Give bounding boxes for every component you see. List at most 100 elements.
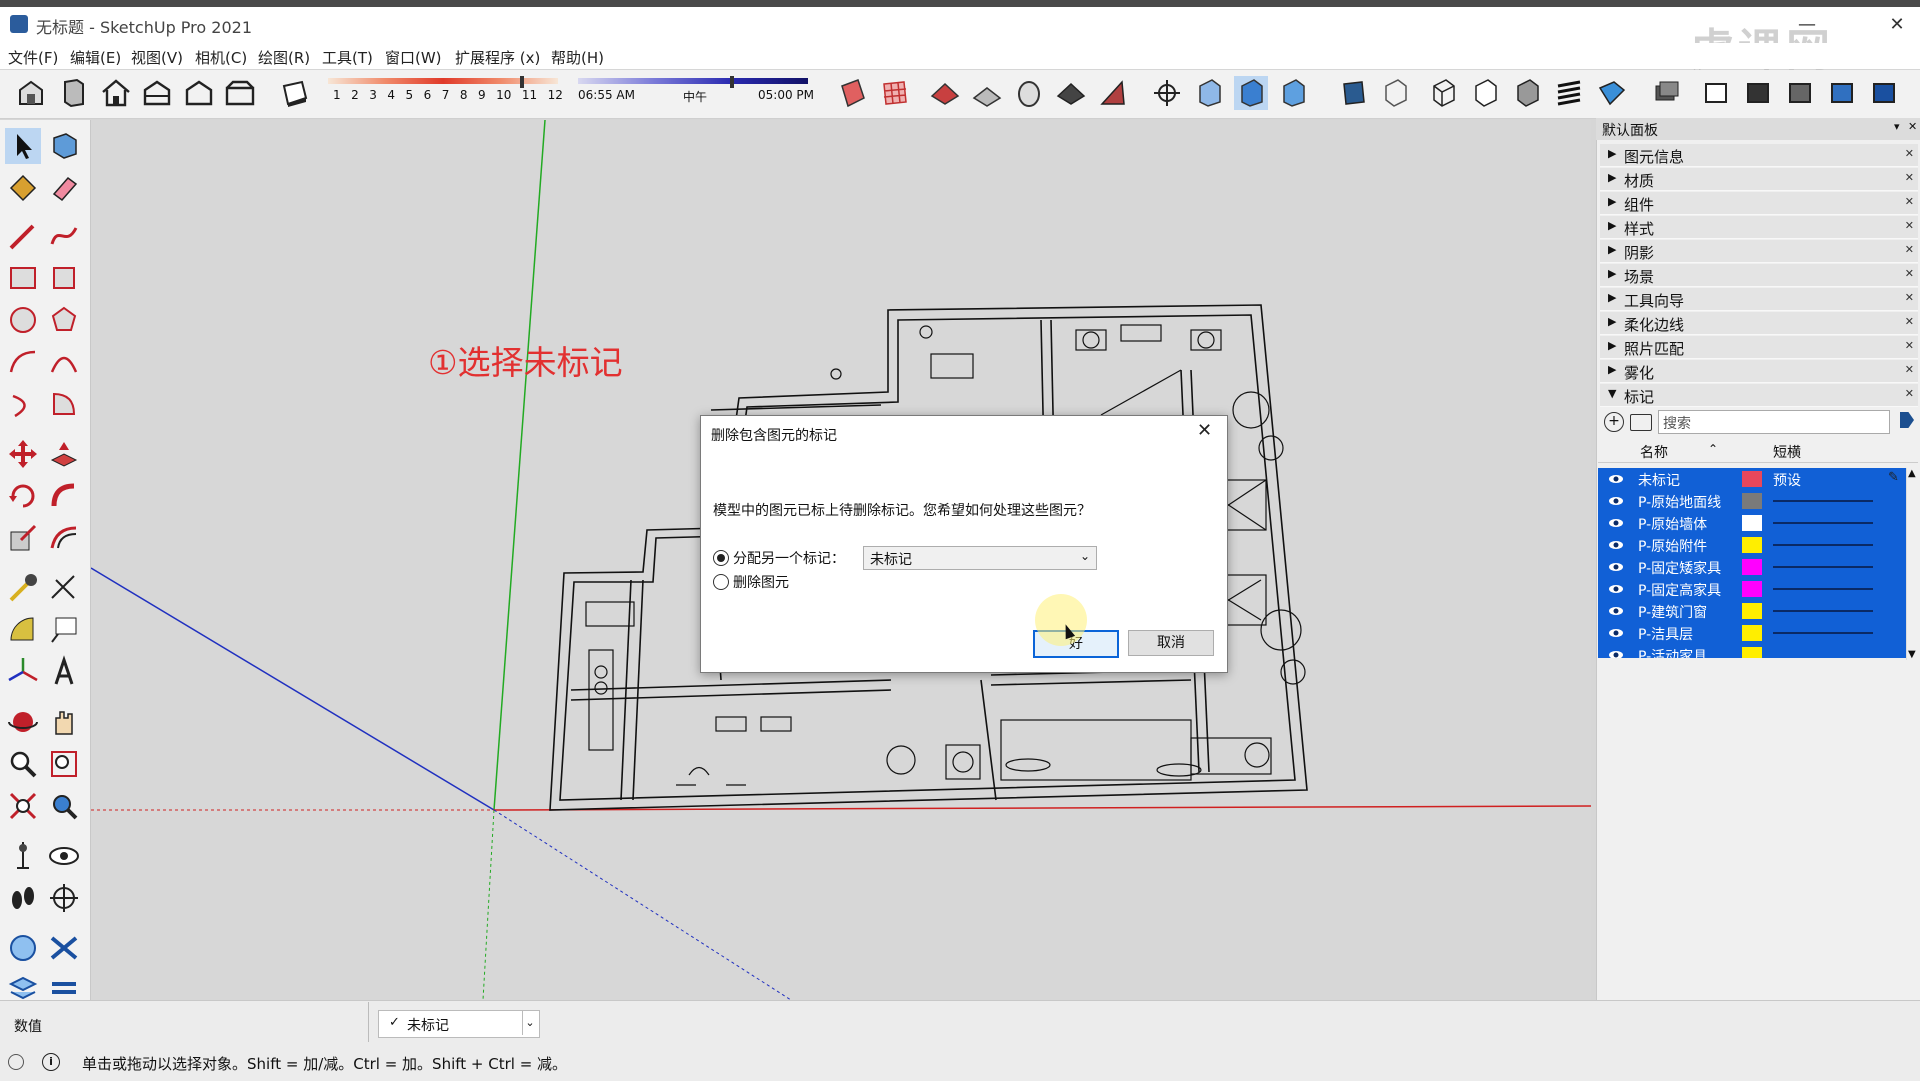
tag-color-swatch[interactable] bbox=[1742, 581, 1762, 597]
dropdown-arrow-icon[interactable]: ⌄ bbox=[522, 1011, 537, 1035]
orbit-icon[interactable] bbox=[5, 704, 41, 740]
tag-row[interactable]: P-原始地面线 bbox=[1598, 490, 1906, 512]
tray-tags[interactable]: ▼ 标记 ✕ bbox=[1600, 384, 1918, 407]
outer-shell-icon[interactable] bbox=[1868, 76, 1902, 110]
tag-row[interactable]: P-固定高家具 bbox=[1598, 578, 1906, 600]
menu-view[interactable]: 视图(V) bbox=[131, 47, 183, 68]
menu-extensions[interactable]: 扩展程序 (x) bbox=[455, 47, 540, 68]
add-detail-icon[interactable] bbox=[1054, 76, 1088, 110]
tag-row[interactable]: P-原始墙体 bbox=[1598, 512, 1906, 534]
tray-instructor[interactable]: ▶ 工具向导 ✕ bbox=[1600, 288, 1918, 311]
make-group-icon[interactable] bbox=[1700, 76, 1734, 110]
pencil-line-icon[interactable] bbox=[5, 218, 41, 254]
time-slider-thumb[interactable] bbox=[730, 76, 734, 88]
home-icon[interactable] bbox=[99, 76, 133, 110]
visibility-eye-icon[interactable] bbox=[1608, 537, 1624, 553]
tag-color-swatch[interactable] bbox=[1742, 471, 1762, 487]
circle-icon[interactable] bbox=[5, 302, 41, 338]
sort-up-icon[interactable]: ⌃ bbox=[1708, 442, 1718, 456]
axes-icon[interactable] bbox=[1150, 76, 1184, 110]
tag-color-swatch[interactable] bbox=[1742, 515, 1762, 531]
visibility-eye-icon[interactable] bbox=[1608, 625, 1624, 641]
visibility-eye-icon[interactable] bbox=[1608, 603, 1624, 619]
monochrome-icon[interactable] bbox=[1336, 76, 1370, 110]
component-icon[interactable] bbox=[1742, 76, 1776, 110]
tag-row[interactable]: P-固定矮家具 bbox=[1598, 556, 1906, 578]
active-tag-dropdown[interactable]: ✓ 未标记 ⌄ bbox=[378, 1010, 540, 1038]
warehouse-icon[interactable] bbox=[14, 76, 48, 110]
stack-alt-icon[interactable] bbox=[46, 972, 82, 998]
tray-close-icon[interactable]: ✕ bbox=[1908, 120, 1917, 133]
tray-close-icon[interactable]: ✕ bbox=[1905, 387, 1914, 400]
menu-file[interactable]: 文件(F) bbox=[8, 47, 58, 68]
solid-tools-icon[interactable] bbox=[1826, 76, 1860, 110]
tray-close-icon[interactable]: ✕ bbox=[1905, 219, 1914, 232]
position-camera-icon[interactable] bbox=[5, 838, 41, 874]
shaded-textures-icon[interactable] bbox=[1510, 76, 1544, 110]
freehand-icon[interactable] bbox=[46, 218, 82, 254]
tags-scrollbar[interactable]: ▲ ▼ bbox=[1906, 468, 1919, 660]
visibility-eye-icon[interactable] bbox=[1608, 647, 1624, 658]
tray-entity-info[interactable]: ▶ 图元信息 ✕ bbox=[1600, 144, 1918, 167]
follow-me-icon[interactable] bbox=[46, 478, 82, 514]
minimize-button[interactable]: — bbox=[1784, 10, 1830, 40]
offset-icon[interactable] bbox=[46, 520, 82, 556]
drape-icon[interactable] bbox=[1012, 76, 1046, 110]
tag-color-swatch[interactable] bbox=[1742, 537, 1762, 553]
paint-bucket-icon[interactable] bbox=[5, 170, 41, 206]
text-icon[interactable] bbox=[46, 612, 82, 648]
layer-tool-icon[interactable] bbox=[46, 930, 82, 966]
make-component-icon[interactable] bbox=[46, 128, 82, 164]
tray-close-icon[interactable]: ✕ bbox=[1905, 147, 1914, 160]
scroll-down-icon[interactable]: ▼ bbox=[1908, 649, 1916, 660]
tag-row[interactable]: P-原始附件 bbox=[1598, 534, 1906, 556]
menu-draw[interactable]: 绘图(R) bbox=[258, 47, 310, 68]
wireframe-icon[interactable] bbox=[1378, 76, 1412, 110]
front-view-icon[interactable] bbox=[140, 76, 174, 110]
tag-row[interactable]: P-建筑门窗 bbox=[1598, 600, 1906, 622]
xray-style-icon[interactable] bbox=[1192, 76, 1226, 110]
time-gradient[interactable] bbox=[578, 78, 808, 84]
tray-match-photo[interactable]: ▶ 照片匹配 ✕ bbox=[1600, 336, 1918, 359]
shaded-icon[interactable] bbox=[1468, 76, 1502, 110]
zoom-extents-icon[interactable] bbox=[5, 788, 41, 824]
zoom-icon[interactable] bbox=[5, 746, 41, 782]
back-view-icon[interactable] bbox=[223, 76, 257, 110]
select-tool-icon[interactable] bbox=[5, 128, 41, 164]
tape-measure-icon[interactable] bbox=[5, 570, 41, 606]
section-grid-icon[interactable] bbox=[878, 76, 912, 110]
visibility-eye-icon[interactable] bbox=[1608, 559, 1624, 575]
iso-view-icon[interactable] bbox=[57, 76, 91, 110]
tray-close-icon[interactable]: ✕ bbox=[1905, 363, 1914, 376]
visibility-eye-icon[interactable] bbox=[1608, 581, 1624, 597]
protractor-icon[interactable] bbox=[5, 612, 41, 648]
radio-assign-tag[interactable] bbox=[713, 550, 729, 566]
tray-close-icon[interactable]: ✕ bbox=[1905, 243, 1914, 256]
3d-text-icon[interactable] bbox=[46, 654, 82, 690]
tray-scenes[interactable]: ▶ 场景 ✕ bbox=[1600, 264, 1918, 287]
rotate-icon[interactable] bbox=[5, 478, 41, 514]
hidden-line-icon[interactable] bbox=[1426, 76, 1460, 110]
right-view-icon[interactable] bbox=[182, 76, 216, 110]
visibility-eye-icon[interactable] bbox=[1608, 493, 1624, 509]
polygon-icon[interactable] bbox=[46, 302, 82, 338]
add-tag-icon[interactable]: + bbox=[1604, 412, 1624, 432]
flip-edge-icon[interactable] bbox=[1096, 76, 1130, 110]
zoom-window-icon[interactable] bbox=[46, 746, 82, 782]
two-point-arc-icon[interactable] bbox=[46, 344, 82, 380]
tag-row[interactable]: P-洁具层 bbox=[1598, 622, 1906, 644]
tray-close-icon[interactable]: ✕ bbox=[1905, 315, 1914, 328]
tag-select-dropdown[interactable]: 未标记 ⌄ bbox=[863, 546, 1097, 570]
explode-icon[interactable] bbox=[1784, 76, 1818, 110]
tag-color-swatch[interactable] bbox=[1742, 647, 1762, 658]
menu-camera[interactable]: 相机(C) bbox=[195, 47, 247, 68]
sandbox-icon[interactable] bbox=[928, 76, 962, 110]
look-around-icon[interactable] bbox=[46, 838, 82, 874]
stamp-icon[interactable] bbox=[970, 76, 1004, 110]
pencil-icon[interactable]: ✎ bbox=[1888, 470, 1899, 485]
tag-color-swatch[interactable] bbox=[1742, 625, 1762, 641]
tray-close-icon[interactable]: ✕ bbox=[1905, 339, 1914, 352]
shaded-style-icon[interactable] bbox=[1234, 76, 1268, 110]
tag-color-swatch[interactable] bbox=[1742, 559, 1762, 575]
tray-components[interactable]: ▶ 组件 ✕ bbox=[1600, 192, 1918, 215]
